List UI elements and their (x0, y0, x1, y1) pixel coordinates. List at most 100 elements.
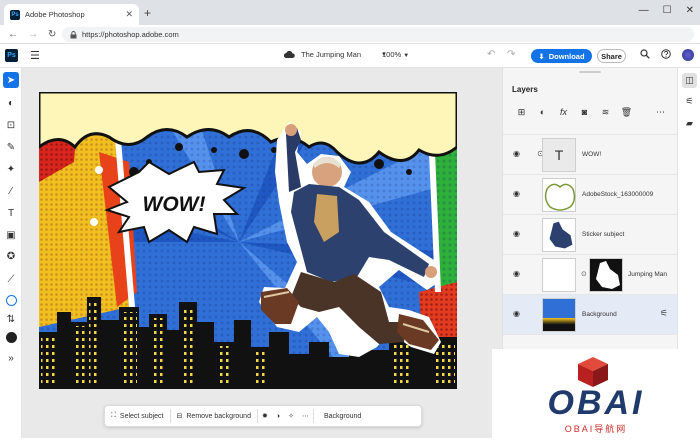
layer-stack-icon[interactable]: ≋ (595, 107, 616, 121)
divider (503, 334, 678, 335)
photoshop-logo[interactable]: Ps (5, 49, 18, 62)
layer-name: WOW! (582, 151, 602, 158)
adjust-tool-icon[interactable]: ◐ (3, 95, 19, 111)
avatar[interactable] (682, 49, 694, 61)
adjustment-icon: ◑ (275, 412, 281, 420)
background-button[interactable]: Background (314, 406, 371, 426)
visibility-eye-icon[interactable]: ◉ (513, 309, 520, 318)
crop-tool-icon[interactable]: ⊡ (3, 117, 19, 133)
visibility-eye-icon[interactable]: ◉ (513, 269, 520, 278)
stamp-tool-icon[interactable]: ✪ (3, 248, 19, 264)
adjustment-layer-icon[interactable]: ◐ (532, 107, 553, 121)
chevron-down-icon: ▼ (403, 53, 410, 59)
layer-thumbnail (542, 218, 576, 252)
download-button[interactable]: ⬇ Download (531, 49, 592, 63)
reload-icon[interactable]: ↻ (48, 29, 60, 40)
layers-toolbar: ⊞ ◐ fx ◙ ≋ 🗑 ⋯ (511, 107, 671, 121)
close-window-icon[interactable]: ✕ (686, 5, 694, 16)
undo-icon[interactable]: ↶ (487, 49, 495, 60)
visibility-eye-icon[interactable]: ◉ (513, 229, 520, 238)
maximize-icon[interactable]: ☐ (663, 5, 672, 16)
layer-name: Jumping Man (628, 271, 668, 278)
fx-icon[interactable]: fx (553, 107, 574, 121)
select-subject-label: Select subject (119, 412, 164, 420)
visibility-eye-icon[interactable]: ◉ (513, 149, 520, 158)
layer-row[interactable]: ◉ ⊙ T WOW! (503, 134, 678, 174)
layer-row[interactable]: ◉ ⊙ Jumping Man (503, 254, 678, 294)
redo-icon[interactable]: ↷ (507, 49, 515, 60)
document-title-area[interactable]: The Jumping Man ▼ (284, 50, 387, 59)
type-tool-icon[interactable]: T (3, 205, 19, 221)
layer-mask-thumbnail[interactable] (589, 258, 623, 292)
background-label: Background (323, 412, 362, 420)
url-input[interactable]: https://photoshop.adobe.com (62, 27, 694, 42)
comments-icon[interactable]: ▰ (682, 116, 697, 131)
contextual-task-bar: ⛶ Select subject ⊟ Remove background ✹ ◑… (104, 405, 422, 427)
layer-row[interactable]: ◉ AdobeStock_163000009 (503, 174, 678, 214)
layers-panel-icon[interactable]: ◫ (682, 73, 697, 88)
cloud-icon (284, 51, 295, 58)
back-arrow-icon[interactable]: ← (8, 29, 20, 40)
swap-colors-icon[interactable]: ⇅ (3, 311, 19, 327)
foreground-color-swatch[interactable] (3, 292, 19, 308)
layer-row[interactable]: ◉ Sticker subject (503, 214, 678, 254)
expand-tools-icon[interactable]: » (3, 350, 19, 366)
wow-text: WOW! (143, 193, 206, 216)
layer-row-selected[interactable]: ◉ Background ⚟ (503, 294, 678, 334)
move-tool-icon[interactable]: ➤ (3, 72, 19, 88)
brush-tool-icon[interactable]: ⁄ (3, 183, 19, 199)
remove-background-button[interactable]: ⊟ Remove background (171, 406, 257, 426)
new-tab-icon[interactable]: + (144, 6, 151, 20)
more-options-icon[interactable]: ⋯ (650, 107, 671, 118)
mask-icon[interactable]: ◙ (574, 107, 595, 121)
more-icon: ⋯ (301, 413, 309, 420)
tab-title: Adobe Photoshop (25, 10, 85, 19)
watermark-title: OBAI (547, 384, 645, 422)
share-button[interactable]: Share (597, 49, 626, 63)
panel-drag-handle[interactable] (579, 71, 601, 73)
layer-thumbnail (542, 258, 576, 292)
hamburger-menu-icon[interactable]: ☰ (30, 49, 40, 62)
generative-fill-icon[interactable]: ✦ (3, 161, 19, 177)
remove-background-label: Remove background (186, 412, 251, 420)
obai-watermark: OBAI OBAI导航网 (492, 349, 700, 438)
more-options-button[interactable]: ⋯ (298, 406, 313, 426)
properties-panel-icon[interactable]: ⚟ (682, 94, 697, 109)
tool-bar: ➤ ◐ ⊡ ✎ ✦ ⁄ T ▣ ✪ ⟋ ⇅ » (0, 68, 22, 438)
zoom-dropdown[interactable]: 100% ▼ (382, 50, 409, 59)
forward-arrow-icon[interactable]: → (28, 29, 40, 40)
minimize-icon[interactable]: — (639, 5, 649, 16)
browser-tab[interactable]: Ps Adobe Photoshop ✕ (4, 4, 139, 25)
download-label: Download (548, 51, 585, 61)
select-subject-icon: ⛶ (111, 412, 116, 419)
document-title: The Jumping Man (301, 50, 362, 59)
cloud-download-icon: ⬇ (538, 51, 545, 61)
layer-thumbnail (542, 298, 576, 332)
background-color-swatch[interactable] (3, 329, 19, 345)
healing-tool-icon[interactable]: ✎ (3, 139, 19, 155)
remove-background-icon: ⊟ (176, 413, 183, 420)
image-tool-icon[interactable]: ▣ (3, 227, 19, 243)
address-bar-row: ← → ↻ https://photoshop.adobe.com (0, 25, 700, 44)
generate-button[interactable]: ✧ (284, 406, 298, 426)
close-tab-icon[interactable]: ✕ (125, 9, 133, 20)
search-icon[interactable] (640, 49, 650, 59)
trash-icon[interactable]: 🗑 (616, 107, 637, 121)
layer-properties-icon[interactable]: ⚟ (660, 308, 668, 319)
zoom-level: 100% (382, 50, 402, 59)
eyedropper-icon[interactable]: ⟋ (3, 271, 19, 287)
layers-panel-title: Layers (512, 85, 538, 94)
visibility-eye-icon[interactable]: ◉ (513, 189, 520, 198)
browser-tab-strip: Ps Adobe Photoshop ✕ + — ☐ ✕ (0, 0, 700, 25)
add-layer-icon[interactable]: ⊞ (511, 107, 532, 121)
artwork-canvas[interactable]: WOW! (39, 92, 457, 389)
adjustment-button[interactable]: ◑ (272, 406, 284, 426)
sparkle-icon: ✧ (288, 413, 294, 420)
lock-icon (70, 30, 77, 38)
help-icon[interactable] (661, 49, 671, 59)
image-effects-button[interactable]: ✹ (258, 406, 272, 426)
link-icon: ⊙ (581, 271, 587, 278)
layer-thumbnail: T (542, 138, 576, 172)
select-subject-button[interactable]: ⛶ Select subject (105, 406, 170, 426)
cube-logo-icon (578, 357, 608, 387)
